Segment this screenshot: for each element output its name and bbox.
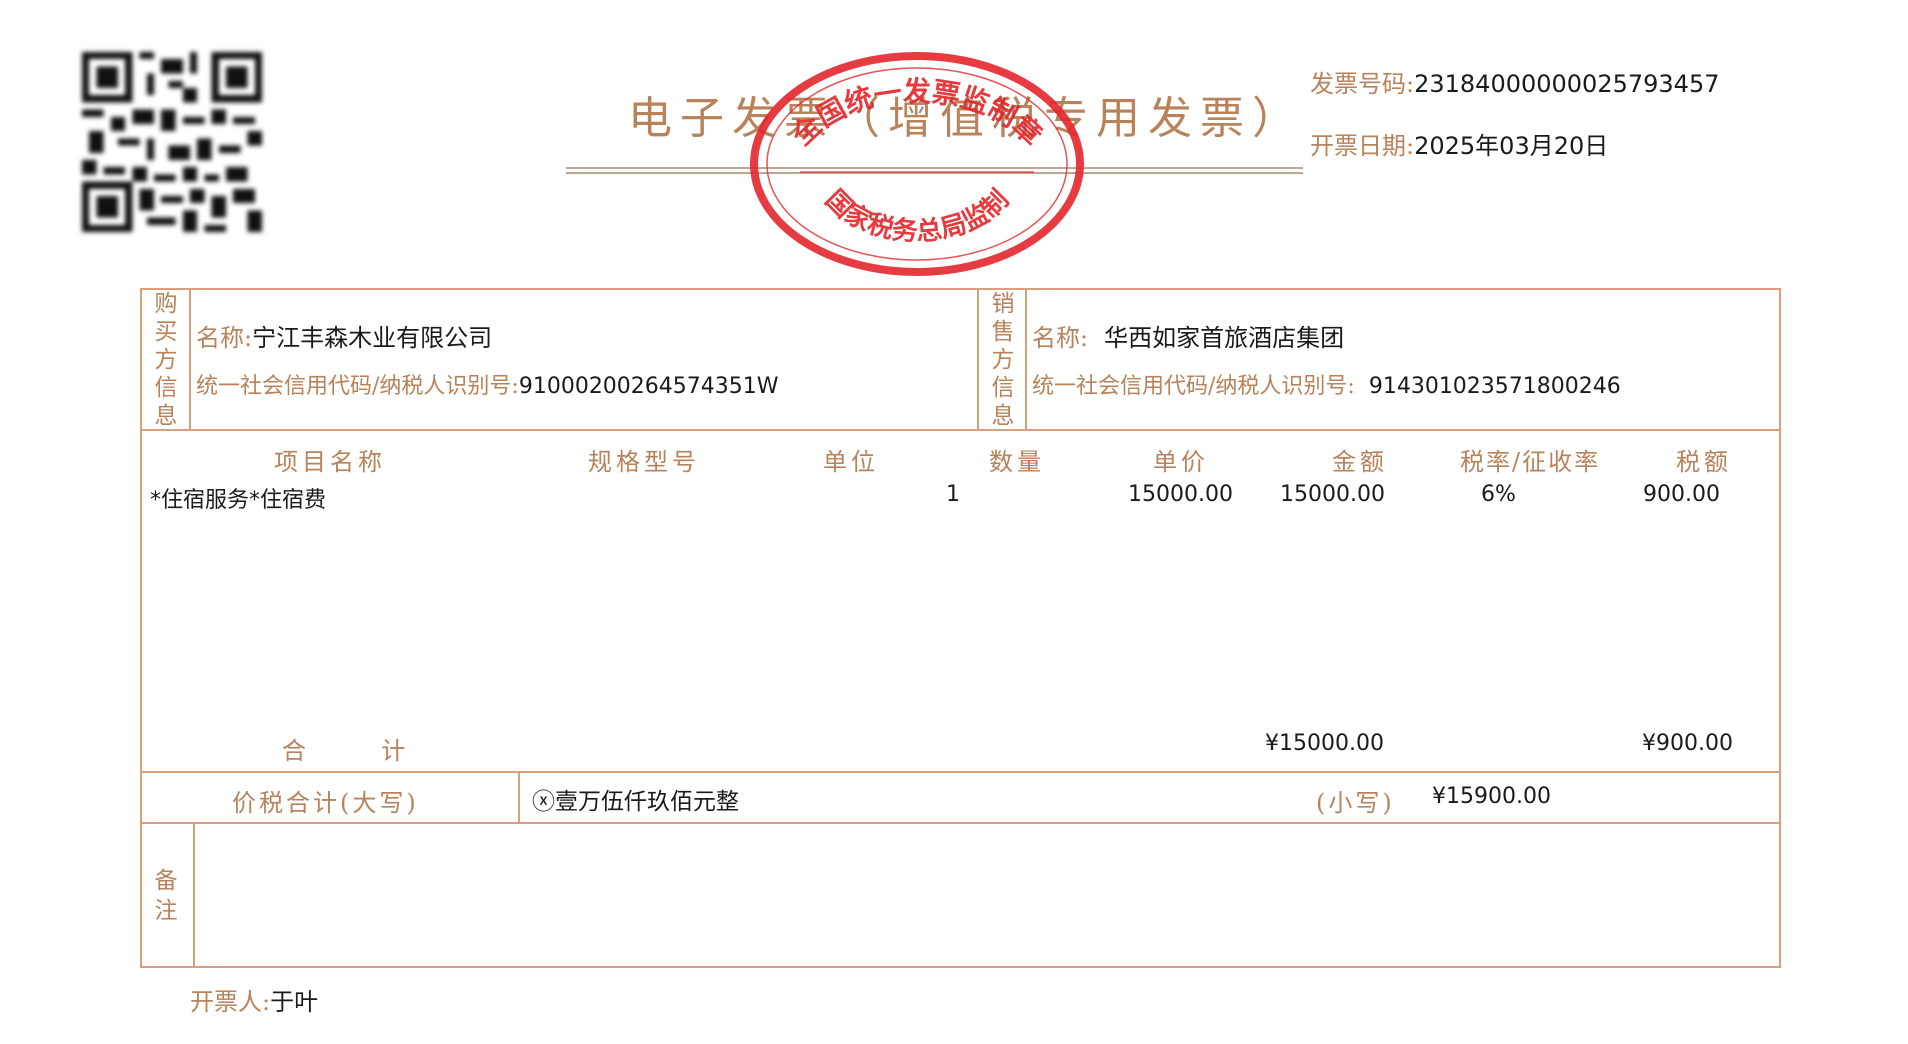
buyer-side-divider: [189, 288, 191, 430]
grand-total-words: ⓧ壹万伍仟玖佰元整: [532, 789, 739, 815]
grand-total-label: 价税合计(大写): [232, 789, 419, 817]
items-divider: [140, 771, 1781, 773]
total-label: 合 计: [282, 737, 406, 765]
col-header-price: 单价: [1153, 448, 1209, 476]
col-header-qty: 数量: [989, 448, 1045, 476]
grand-total-small-label: (小写): [1316, 789, 1395, 817]
issuer-label: 开票人:: [190, 988, 271, 1016]
col-header-spec: 规格型号: [588, 448, 700, 476]
total-amount: ¥15000.00: [1265, 731, 1384, 756]
svg-text:国家税务总局监制: 国家税务总局监制: [819, 185, 1015, 248]
col-header-unit: 单位: [823, 448, 879, 476]
buyer-tax-id: 91000200264574351W: [518, 374, 779, 399]
remarks-side-label: 备注: [154, 868, 178, 924]
qr-code-icon: [82, 52, 262, 232]
seller-side-label: 销售方信息: [991, 291, 1015, 429]
seal-bottom-text: 国家税务总局监制: [819, 185, 1015, 248]
seller-name-label: 名称:: [1032, 324, 1089, 352]
issuer-name: 于叶: [270, 988, 319, 1016]
buyer-tax-label: 统一社会信用代码/纳税人识别号:: [196, 374, 519, 399]
seller-tax-label: 统一社会信用代码/纳税人识别号:: [1032, 374, 1355, 399]
col-header-tax-rate: 税率/征收率: [1460, 448, 1601, 476]
party-divider: [140, 429, 1781, 431]
col-header-amount: 金额: [1332, 448, 1388, 476]
party-middle-divider: [977, 288, 979, 430]
buyer-name: 宁江丰森木业有限公司: [252, 324, 493, 352]
official-seal-icon: 全国统一发票监制章 国家税务总局监制: [750, 52, 1084, 276]
invoice-date-label: 开票日期:: [1310, 132, 1415, 160]
remarks-area: [196, 836, 1766, 956]
col-header-tax: 税额: [1676, 448, 1732, 476]
grand-total-small: ¥15900.00: [1432, 784, 1551, 809]
svg-text:全国统一发票监制章: 全国统一发票监制章: [785, 75, 1049, 153]
total-tax: ¥900.00: [1642, 731, 1733, 756]
item-price: 15000.00: [1128, 482, 1233, 507]
invoice-number-label: 发票号码:: [1310, 70, 1415, 98]
remarks-side-divider: [193, 822, 195, 968]
buyer-side-label: 购买方信息: [154, 291, 178, 429]
seller-name: 华西如家首旅酒店集团: [1104, 324, 1345, 352]
seller-tax-id: 914301023571800246: [1368, 374, 1621, 399]
item-tax-rate: 6%: [1481, 482, 1516, 507]
seller-side-divider: [1025, 288, 1027, 430]
total-divider: [140, 822, 1781, 824]
seal-top-text: 全国统一发票监制章: [785, 75, 1049, 153]
invoice-date: 2025年03月20日: [1414, 132, 1609, 160]
col-header-item-name: 项目名称: [274, 448, 386, 476]
item-qty: 1: [946, 482, 960, 507]
invoice-number: 23184000000025793457: [1414, 70, 1720, 98]
item-amount: 15000.00: [1280, 482, 1385, 507]
grand-total-divider: [518, 771, 520, 823]
item-name: *住宿服务*住宿费: [150, 488, 327, 513]
item-tax: 900.00: [1643, 482, 1720, 507]
buyer-name-label: 名称:: [196, 324, 253, 352]
